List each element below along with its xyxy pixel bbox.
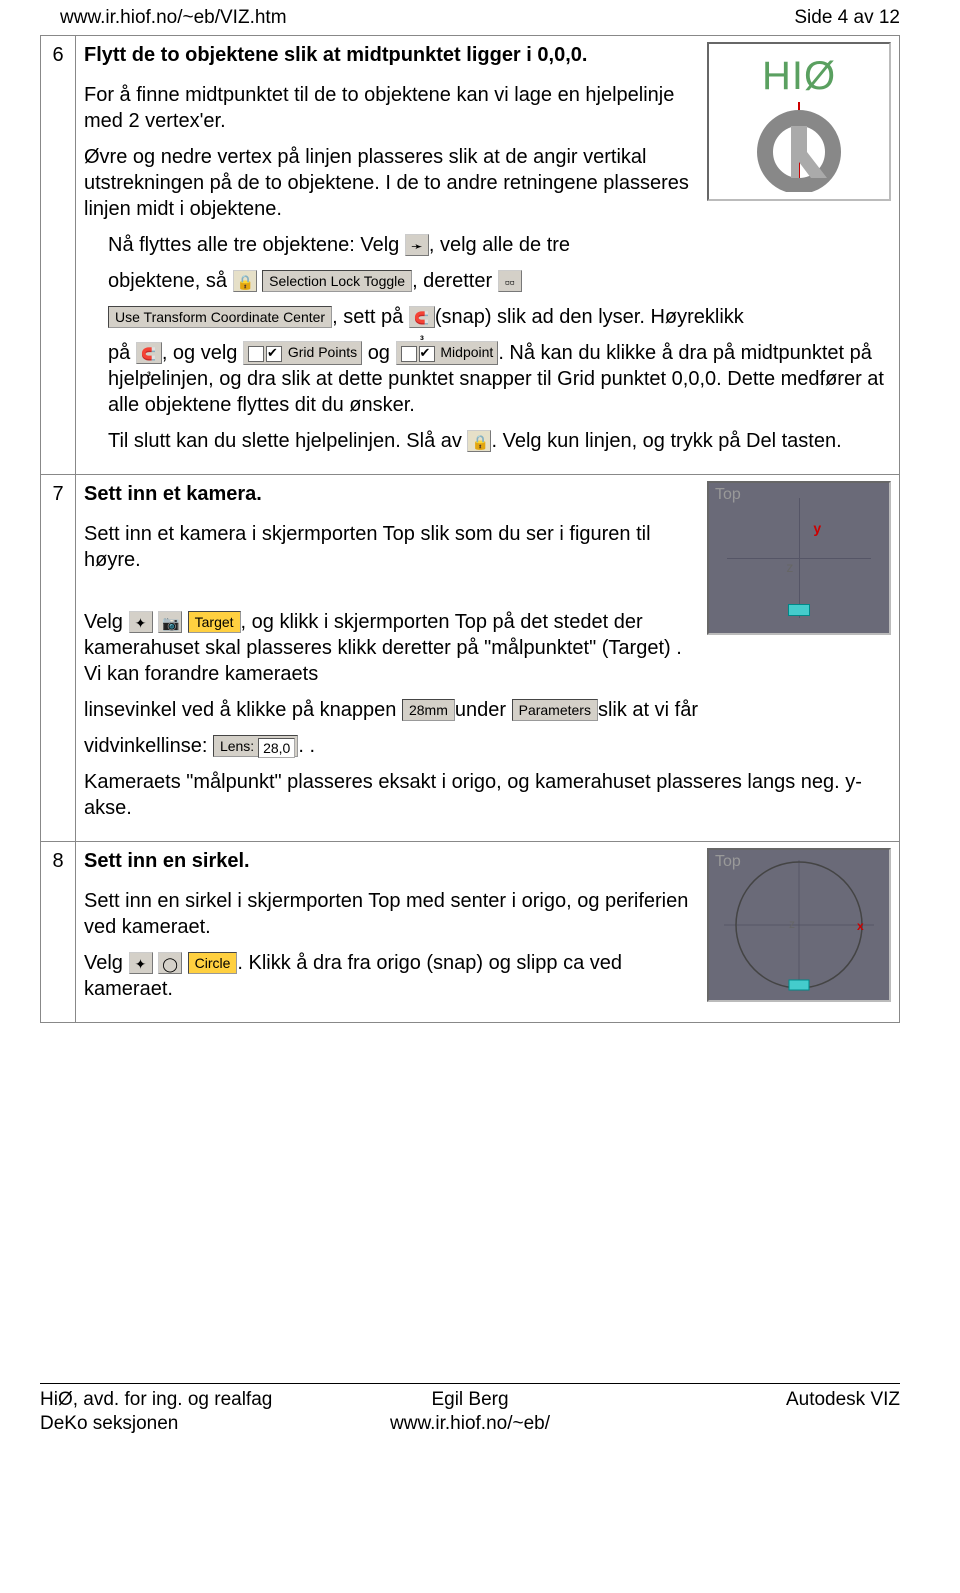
header-url: www.ir.hiof.no/~eb/VIZ.htm [60, 6, 287, 31]
header-pageinfo: Side 4 av 12 [794, 6, 900, 31]
step6-p3-line4: på 🧲³, og velg Grid Points og Midpoint. … [108, 340, 891, 418]
txt: , og velg [162, 342, 238, 364]
parameters-rollout-label: Parameters [512, 699, 598, 721]
lens-field-group: Lens: 28,0 [213, 735, 298, 757]
step7-p3: linsevinkel ved å klikke på knappen 28mm… [84, 697, 891, 723]
footer-left-2: DeKo seksjonen [40, 1413, 178, 1434]
camera-category-icon: 📷 [158, 611, 182, 633]
step6-p4: Til slutt kan du slette hjelpelinjen. Sl… [108, 428, 891, 454]
txt: og [368, 342, 390, 364]
step6-p3-line2: objektene, så 🔒 Selection Lock Toggle, d… [108, 268, 891, 294]
snap-3d-icon: 🧲³ [409, 306, 435, 328]
content: 6 HIØ Flytt de to objektene slik at midt… [0, 35, 960, 1023]
step-7-cell: Top y z Sett inn et kamera. Sett inn et … [76, 474, 900, 841]
txt: , velg alle de tre [429, 234, 570, 256]
txt: objektene, så [108, 270, 227, 292]
step-number: 8 [41, 841, 76, 1022]
midpoint-option: Midpoint [396, 341, 499, 365]
footer-right-1: Autodesk VIZ [786, 1389, 900, 1410]
step-number: 7 [41, 474, 76, 841]
txt: (snap) slik ad den lyser. Høyreklikk [435, 306, 744, 328]
txt: linsevinkel ved å klikke på knappen [84, 699, 396, 721]
step-number: 6 [41, 35, 76, 474]
footer-left-1: HiØ, avd. for ing. og realfag [40, 1389, 272, 1410]
selection-lock-toggle-button: Selection Lock Toggle [262, 270, 412, 292]
footer-left: HiØ, avd. for ing. og realfag DeKo seksj… [40, 1388, 327, 1437]
txt: , sett på [332, 306, 403, 328]
txt: . Velg kun linjen, og trykk på Del taste… [491, 430, 841, 452]
txt: slik at vi får [598, 699, 698, 721]
page-footer: HiØ, avd. for ing. og realfag DeKo seksj… [40, 1383, 900, 1457]
txt: Midpoint [440, 344, 493, 360]
txt: Velg [84, 611, 123, 633]
axis-z-label: z [786, 558, 793, 576]
txt: . . [298, 735, 315, 757]
step8-preview-image: Top x z [707, 848, 891, 1002]
txt: Til slutt kan du slette hjelpelinjen. Sl… [108, 430, 462, 452]
txt: , deretter [412, 270, 492, 292]
step7-p5: Kameraets "målpunkt" plasseres eksakt i … [84, 769, 891, 821]
lens-value-field: 28,0 [258, 738, 295, 758]
grid-points-option: Grid Points [243, 341, 362, 365]
use-transform-coordinate-center-button: Use Transform Coordinate Center [108, 306, 332, 328]
footer-right: Autodesk VIZ [613, 1388, 900, 1437]
axis-y-label: y [813, 519, 821, 537]
create-tool-icon: ✦ [129, 611, 153, 633]
steps-table: 6 HIØ Flytt de to objektene slik at midt… [40, 35, 900, 1023]
step-8-cell: Top x z Sett inn en sirkel. Sett inn en … [76, 841, 900, 1022]
txt: Nå flyttes alle tre objektene: Velg [108, 234, 399, 256]
step6-indent-block: Nå flyttes alle tre objektene: Velg ➛, v… [108, 232, 891, 454]
txt: på [108, 342, 130, 364]
target-camera-button: Target [188, 611, 241, 633]
lens-label: Lens: [220, 738, 254, 754]
step-6-cell: HIØ Flytt de to objektene slik at midtpu… [76, 35, 900, 474]
footer-center: Egil Berg www.ir.hiof.no/~eb/ [327, 1388, 614, 1437]
step6-p3-line3: Use Transform Coordinate Center, sett på… [108, 304, 891, 330]
txt: Velg [84, 952, 123, 974]
txt: under [455, 699, 506, 721]
footer-mid-1: Egil Berg [431, 1389, 508, 1410]
step7-preview-image: Top y z [707, 481, 891, 635]
coord-center-icon: ▫▫ [498, 270, 522, 292]
svg-text:z: z [789, 917, 795, 931]
viewport-label: Top [715, 852, 741, 873]
circle-shape-button: Circle [188, 952, 238, 974]
footer-mid-2: www.ir.hiof.no/~eb/ [390, 1413, 550, 1434]
viewport-label: Top [715, 485, 741, 506]
step6-preview-image: HIØ [707, 42, 891, 201]
lock-icon: 🔒 [233, 270, 257, 292]
create-tool-icon: ✦ [129, 952, 153, 974]
logo-text: HIØ [762, 50, 836, 102]
txt: Grid Points [288, 344, 357, 360]
page-header: www.ir.hiof.no/~eb/VIZ.htm Side 4 av 12 [0, 0, 960, 35]
select-tool-icon: ➛ [405, 234, 429, 256]
camera-glyph [788, 604, 810, 616]
snap-3d-icon: 🧲³ [136, 342, 162, 364]
txt: vidvinkellinse: [84, 735, 207, 757]
shapes-category-icon: ◯ [158, 952, 182, 974]
step6-p3-line1: Nå flyttes alle tre objektene: Velg ➛, v… [108, 232, 891, 258]
svg-text:x: x [857, 919, 864, 933]
lens-28mm-button: 28mm [402, 699, 455, 721]
step7-p4: vidvinkellinse: Lens: 28,0 . . [84, 733, 891, 759]
lock-icon: 🔒 [467, 430, 491, 452]
